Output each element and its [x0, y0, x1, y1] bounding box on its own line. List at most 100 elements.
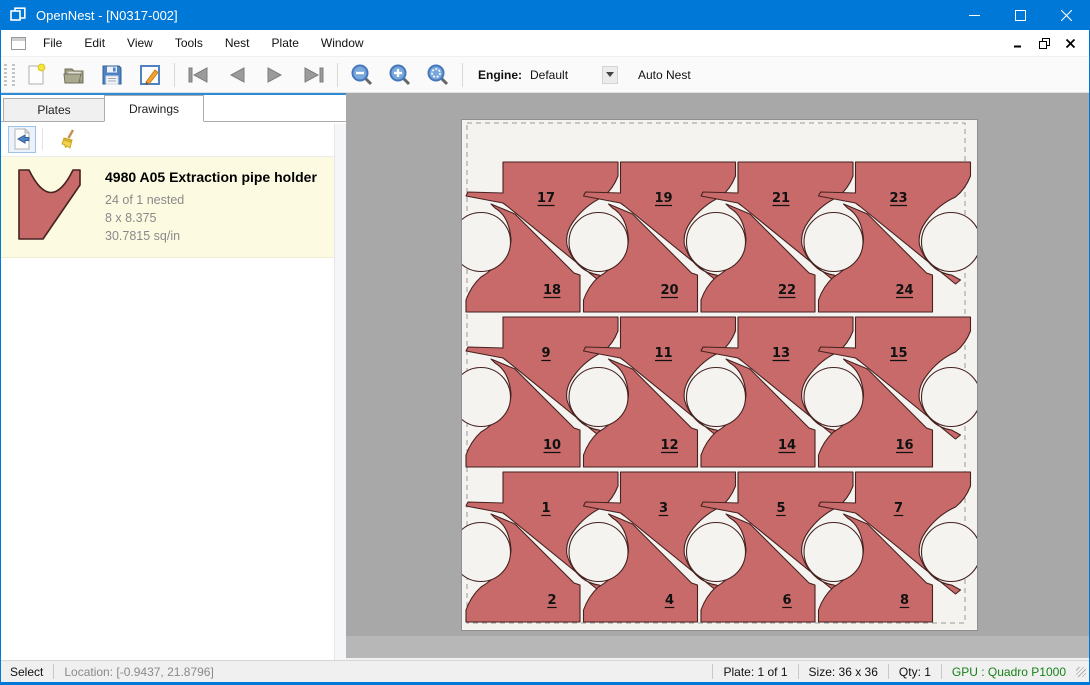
- mdi-restore-button[interactable]: [1033, 34, 1055, 52]
- plate-sheet[interactable]: 171819202122232491011121314151612345678: [462, 120, 977, 630]
- part-number-label: 4: [665, 593, 674, 608]
- close-button[interactable]: [1043, 0, 1089, 30]
- nest-result-svg: 171819202122232491011121314151612345678: [462, 120, 977, 630]
- toolbar-separator: [174, 63, 175, 87]
- import-drawing-button[interactable]: [8, 126, 36, 153]
- part-number-label: 19: [654, 191, 672, 206]
- close-icon: [1061, 10, 1072, 21]
- status-bar: Select Location: [-0.9437, 21.8796] Plat…: [1, 660, 1089, 685]
- previous-plate-button[interactable]: [218, 59, 256, 91]
- part-number-label: 16: [895, 438, 913, 453]
- zoom-fit-button[interactable]: [419, 59, 457, 91]
- tab-strip: Plates Drawings: [1, 95, 346, 122]
- first-plate-button[interactable]: [180, 59, 218, 91]
- canvas-scrollbar[interactable]: [346, 636, 1089, 658]
- mdi-window-controls: [1007, 34, 1089, 52]
- next-arrow-icon: [262, 65, 288, 85]
- pipe-hole-circle: [922, 368, 978, 427]
- save-nest-button[interactable]: [131, 59, 169, 91]
- status-size: Size: 36 x 36: [799, 665, 888, 679]
- status-mode: Select: [1, 665, 53, 679]
- part-number-label: 22: [778, 283, 796, 298]
- chevron-down-icon: [606, 72, 614, 77]
- drawing-title: 4980 A05 Extraction pipe holder: [105, 169, 317, 185]
- tab-plates[interactable]: Plates: [3, 98, 105, 122]
- drawing-size: 8 x 8.375: [105, 209, 317, 227]
- engine-label: Engine:: [478, 68, 522, 82]
- main-toolbar: Engine: Default Auto Nest: [1, 57, 1089, 93]
- part-number-label: 2: [547, 593, 556, 608]
- menu-tools[interactable]: Tools: [164, 30, 214, 57]
- app-window: OpenNest - [N0317-002] File Edit View To…: [0, 0, 1090, 685]
- last-plate-button[interactable]: [294, 59, 332, 91]
- status-gpu: GPU : Quadro P1000: [942, 665, 1076, 679]
- menu-bar: File Edit View Tools Nest Plate Window: [1, 30, 1089, 57]
- part-number-label: 13: [772, 346, 790, 361]
- part-number-label: 18: [543, 283, 561, 298]
- zoom-in-button[interactable]: [381, 59, 419, 91]
- part-number-label: 8: [900, 593, 909, 608]
- pipe-hole-circle: [922, 213, 978, 272]
- nesting-canvas[interactable]: 171819202122232491011121314151612345678: [346, 93, 1089, 660]
- minimize-icon: [969, 10, 980, 21]
- maximize-button[interactable]: [997, 0, 1043, 30]
- save-edit-icon: [138, 63, 162, 87]
- pipe-hole-circle: [569, 523, 628, 582]
- pipe-hole-circle: [922, 523, 978, 582]
- panel-toolbar-separator: [42, 128, 43, 150]
- clear-drawings-button[interactable]: [56, 126, 84, 153]
- broom-icon: [59, 128, 81, 150]
- part-thumbnail: [11, 167, 91, 243]
- tab-drawings[interactable]: Drawings: [104, 95, 204, 122]
- open-button[interactable]: [55, 59, 93, 91]
- pipe-hole-circle: [804, 368, 863, 427]
- part-number-label: 11: [654, 346, 672, 361]
- app-logo-icon: [10, 7, 26, 23]
- part-number-label: 12: [660, 438, 678, 453]
- part-number-label: 5: [776, 501, 785, 516]
- part-number-label: 9: [541, 346, 550, 361]
- menu-plate[interactable]: Plate: [261, 30, 310, 57]
- previous-arrow-icon: [224, 65, 250, 85]
- mdi-close-icon: [1066, 39, 1075, 48]
- drawing-area: 30.7815 sq/in: [105, 227, 317, 245]
- part-number-label: 10: [543, 438, 561, 453]
- pipe-hole-circle: [569, 213, 628, 272]
- menu-file[interactable]: File: [32, 30, 73, 57]
- mdi-minimize-button[interactable]: [1007, 34, 1029, 52]
- resize-grip[interactable]: [1076, 667, 1086, 677]
- drawing-list-item[interactable]: 4980 A05 Extraction pipe holder 24 of 1 …: [1, 157, 346, 258]
- save-button[interactable]: [93, 59, 131, 91]
- menu-view[interactable]: View: [116, 30, 164, 57]
- pipe-hole-circle: [687, 213, 746, 272]
- new-button[interactable]: [17, 59, 55, 91]
- pipe-hole-circle: [804, 213, 863, 272]
- pipe-hole-circle: [687, 368, 746, 427]
- minimize-button[interactable]: [951, 0, 997, 30]
- status-qty: Qty: 1: [889, 665, 941, 679]
- next-plate-button[interactable]: [256, 59, 294, 91]
- mdi-minimize-icon: [1014, 39, 1023, 48]
- menu-edit[interactable]: Edit: [73, 30, 116, 57]
- menu-nest[interactable]: Nest: [214, 30, 261, 57]
- engine-dropdown-button[interactable]: [602, 66, 618, 84]
- toolbar-grip2[interactable]: [12, 64, 15, 86]
- part-number-label: 17: [537, 191, 555, 206]
- new-document-icon: [24, 63, 48, 87]
- part-number-label: 20: [660, 283, 678, 298]
- auto-nest-button[interactable]: Auto Nest: [632, 64, 697, 86]
- title-bar[interactable]: OpenNest - [N0317-002]: [1, 0, 1089, 30]
- zoom-in-icon: [388, 63, 412, 87]
- part-number-label: 7: [894, 501, 903, 516]
- part-number-label: 24: [895, 283, 913, 298]
- part-number-label: 6: [782, 593, 791, 608]
- menu-window[interactable]: Window: [310, 30, 375, 57]
- zoom-out-button[interactable]: [343, 59, 381, 91]
- nested-parts: 171819202122232491011121314151612345678: [462, 162, 977, 622]
- toolbar-grip[interactable]: [4, 64, 7, 86]
- mdi-close-button[interactable]: [1059, 34, 1081, 52]
- part-number-label: 15: [889, 346, 907, 361]
- mdi-document-icon[interactable]: [11, 37, 26, 50]
- panel-scrollbar[interactable]: [334, 124, 346, 660]
- engine-combobox[interactable]: Default: [530, 66, 618, 84]
